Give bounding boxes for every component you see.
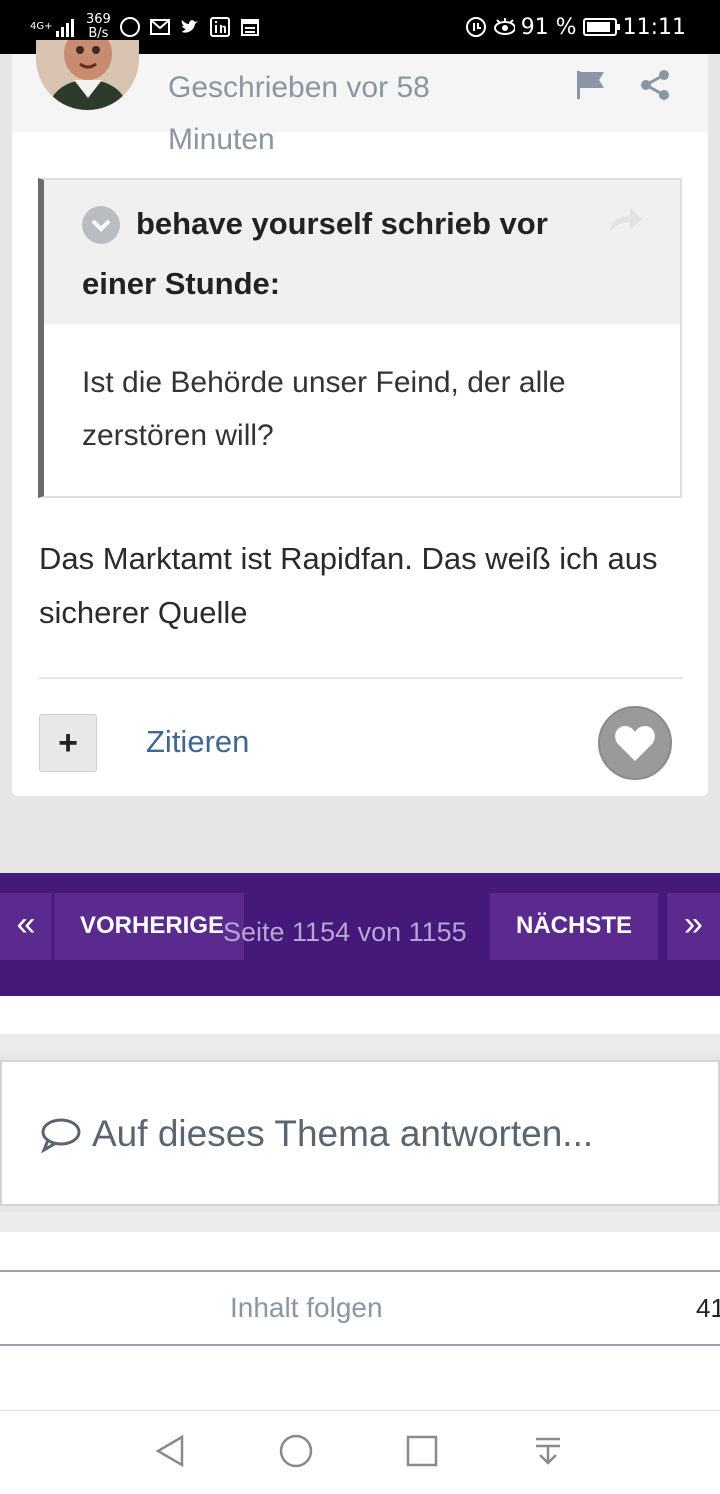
post-card: Geschrieben vor 58 Minuten behave yourse…: [12, 40, 708, 796]
data-saver-icon: [465, 16, 487, 38]
status-right: 91 % 11:11: [465, 10, 686, 44]
quote-author: behave yourself schrieb vor einer Stunde…: [82, 206, 548, 301]
mail-icon: [149, 16, 171, 38]
quote-text: Ist die Behörde unser Feind, der alle ze…: [82, 366, 566, 452]
heart-icon: [615, 726, 655, 761]
avatar[interactable]: [36, 40, 139, 110]
multiquote-button[interactable]: +: [39, 714, 97, 772]
status-left: 4G+ 369 B/s: [30, 10, 261, 44]
spacer: [0, 1346, 720, 1410]
reply-input[interactable]: Auf dieses Thema antworten...: [0, 1060, 720, 1206]
spacer: [0, 1232, 720, 1272]
clock: 11:11: [622, 14, 686, 40]
network-type: 4G+: [30, 21, 53, 32]
recents-icon[interactable]: [404, 1433, 440, 1469]
signal-icon: [56, 17, 74, 37]
battery-fill: [586, 22, 611, 32]
like-button[interactable]: [598, 706, 672, 780]
spacer: [0, 1034, 720, 1054]
post-meta: Geschrieben vor 58 Minuten: [168, 71, 430, 156]
page-indicator[interactable]: Seite 1154 von 1155: [223, 905, 467, 959]
follow-bar[interactable]: Inhalt folgen 41: [0, 1270, 720, 1346]
last-page-button[interactable]: »: [667, 893, 720, 960]
twitter-icon: [179, 16, 201, 38]
spacer: [0, 996, 720, 1034]
net-speed: 369 B/s: [86, 13, 111, 41]
comment-icon: [40, 1116, 82, 1154]
share-icon[interactable]: [638, 68, 672, 102]
previous-page-button[interactable]: VORHERIGE: [54, 893, 244, 960]
battery-percent: 91 %: [520, 14, 577, 40]
eye-comfort-icon: [493, 16, 515, 38]
reply-arrow-icon[interactable]: [606, 204, 644, 236]
follow-count: 41: [696, 1293, 720, 1323]
flag-icon[interactable]: [574, 68, 608, 102]
spacer: [0, 1212, 720, 1232]
back-icon[interactable]: [152, 1433, 188, 1469]
calendar-icon: [239, 16, 261, 38]
next-page-button[interactable]: NÄCHSTE: [490, 893, 658, 960]
linkedin-icon: [209, 16, 231, 38]
system-nav-bar: [0, 1410, 720, 1494]
circle-notification-icon: [119, 16, 141, 38]
reply-placeholder: Auf dieses Thema antworten...: [92, 1113, 594, 1154]
quote-block: behave yourself schrieb vor einer Stunde…: [38, 178, 682, 498]
notifications-pulldown-icon[interactable]: [530, 1433, 566, 1469]
post-header: Geschrieben vor 58 Minuten: [12, 40, 708, 156]
quote-header: behave yourself schrieb vor einer Stunde…: [44, 180, 680, 324]
pagination: « VORHERIGE Seite 1154 von 1155 NÄCHSTE …: [0, 873, 720, 996]
first-page-button[interactable]: «: [0, 893, 52, 960]
follow-label[interactable]: Inhalt folgen: [230, 1288, 383, 1328]
post-body: Das Marktamt ist Rapidfan. Das weiß ich …: [39, 541, 658, 630]
net-speed-value: 369: [86, 12, 111, 27]
home-icon[interactable]: [278, 1433, 314, 1469]
quote-button[interactable]: Zitieren: [146, 720, 249, 764]
plus-icon: +: [58, 724, 78, 762]
divider: [39, 677, 683, 679]
net-speed-unit: B/s: [88, 26, 109, 41]
battery-icon: [582, 18, 620, 36]
